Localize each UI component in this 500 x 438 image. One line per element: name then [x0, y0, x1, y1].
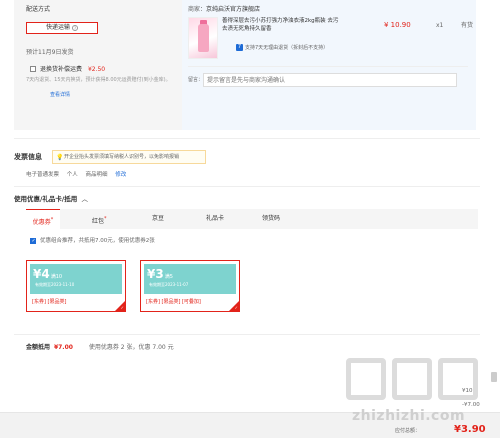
invoice-holder: 个人: [66, 172, 78, 178]
summary-amount: ¥7.00: [53, 344, 73, 351]
shipping-method-label: 快递运输: [45, 24, 70, 32]
coupon-amount: ¥4: [33, 267, 50, 281]
section-divider: [14, 138, 480, 139]
product-price: ¥ 10.90: [384, 21, 411, 29]
coupon-summary: 金额抵用 ¥7.00 使用优惠券 2 张，优惠 7.00 元: [26, 344, 174, 351]
shipping-title: 配送方式: [26, 6, 51, 13]
coupon-combo-checkbox[interactable]: [30, 238, 36, 244]
insurance-label: 退换货补偿运费: [40, 66, 83, 73]
bottle-shape: [198, 24, 209, 52]
tab-jd-beans-label: 京豆: [152, 215, 165, 222]
invoice-details: 电子普通发票 个人 商品明细 修改: [26, 172, 126, 179]
shipping-method-button[interactable]: 快递运输 ?: [26, 22, 98, 34]
product-name[interactable]: 善得深层去污小苏打强力净浊衣液2kg瓶装 去污去渍无死角持久留香: [222, 18, 340, 34]
invoice-detail: 商品明细: [85, 172, 108, 178]
section-divider-3: [14, 334, 480, 335]
coupons-section-title: 使用优惠/礼品卡/抵用: [14, 195, 78, 203]
seller-name[interactable]: 京纯启沃官方旗舰店: [206, 6, 260, 13]
tab-coupons-label: 优惠券: [32, 219, 51, 226]
insurance-row: 退换货补偿运费 ¥2.50: [40, 66, 105, 73]
tab-coupons-badge: *: [50, 217, 54, 223]
coupons-section-header[interactable]: 使用优惠/礼品卡/抵用 ︿: [14, 195, 89, 204]
invoice-title: 发票信息: [14, 153, 42, 161]
watermark-glyph: [438, 358, 478, 400]
product-qty: x1: [436, 22, 444, 29]
watermark-text: zhizhizhi.com: [352, 408, 466, 424]
invoice-type: 电子普通发票: [26, 172, 60, 178]
watermark-glyph: [392, 358, 432, 400]
tab-red-packets[interactable]: 红包*: [92, 209, 107, 229]
summary-label: 金额抵用: [26, 344, 51, 351]
seller-row: 商家：京纯启沃官方旗舰店: [188, 6, 260, 13]
view-details-link[interactable]: 查看详情: [50, 92, 70, 98]
tab-red-packets-badge: *: [104, 216, 107, 222]
return-policy-icon: 7: [236, 44, 243, 51]
invoice-tip: 💡 开企业抬头发票须填写纳税人识别号，以免影响报销: [52, 150, 206, 164]
tab-coupons[interactable]: 优惠券*: [26, 209, 60, 229]
coupon-card[interactable]: ¥3满5 有效期至2023-11-07 [东券] [限品类] [可叠加] ✓: [140, 260, 240, 312]
product-thumbnail[interactable]: [188, 17, 218, 59]
coupon-card[interactable]: ¥4满10 有效期至2023-11-10 [东券] [限品类] ✓: [26, 260, 126, 312]
coupon-combo-label: 优惠组合推荐，共抵用7.00元，使用优惠券2张: [40, 238, 155, 244]
chevron-up-icon[interactable]: ︿: [82, 195, 89, 203]
coupon-validity: 有效期至2023-11-07: [149, 282, 189, 287]
invoice-tip-text: 开企业抬头发票须填写纳税人识别号，以免影响报销: [64, 154, 180, 160]
coupon-cond: 满5: [164, 274, 173, 280]
check-icon: ✓: [234, 305, 238, 311]
coupon-cond: 满10: [50, 274, 63, 280]
tab-pickup-codes-label: 领货码: [262, 215, 281, 222]
shipping-eta: 预计11月9日发货: [26, 49, 74, 56]
tab-gift-cards-label: 礼品卡: [206, 215, 225, 222]
coupon-face-content: ¥3满5 有效期至2023-11-07: [144, 264, 238, 294]
watermark-glyph: [346, 358, 386, 400]
section-divider-2: [14, 186, 480, 187]
stock-status: 有货: [461, 22, 474, 29]
scrollbar-thumb[interactable]: [491, 372, 497, 382]
tab-pickup-codes[interactable]: 领货码: [262, 209, 280, 229]
coupon-face-content: ¥4满10 有效期至2023-11-10: [30, 264, 124, 294]
order-note-input[interactable]: [203, 73, 457, 87]
seller-prefix: 商家：: [188, 6, 207, 13]
coupon-amount-row: ¥4满10: [33, 267, 62, 281]
coupon-amount-row: ¥3满5: [147, 267, 173, 281]
order-divider: [188, 66, 468, 67]
watermark: zhizhizhi.com: [340, 358, 490, 438]
tab-red-packets-label: 红包: [92, 218, 105, 225]
coupon-tabs: 优惠券* 红包* 京豆 礼品卡 领货码: [26, 209, 478, 229]
coupon-tags: [东券] [限品类]: [32, 299, 67, 305]
tab-gift-cards[interactable]: 礼品卡: [206, 209, 224, 229]
return-policy-text: 支持7天无理由退货（拆封后不支持）: [245, 45, 329, 51]
lightbulb-icon: 💡: [56, 153, 64, 161]
summary-desc: 使用优惠券 2 张，优惠 7.00 元: [88, 344, 174, 351]
tab-jd-beans[interactable]: 京豆: [152, 209, 164, 229]
coupon-validity: 有效期至2023-11-10: [35, 282, 75, 287]
shipping-panel: [14, 0, 182, 130]
note-label: 留言：: [188, 77, 204, 83]
invoice-edit-link[interactable]: 修改: [115, 172, 126, 178]
insurance-desc: 7天内退货、15天内换货，预计获得8.00元运费赔付(到小金库)。: [26, 77, 171, 83]
coupon-tags: [东券] [限品类] [可叠加]: [146, 299, 201, 305]
question-icon[interactable]: ?: [72, 25, 78, 31]
insurance-price: ¥2.50: [87, 66, 106, 73]
insurance-checkbox[interactable]: [30, 66, 36, 72]
coupon-amount: ¥3: [147, 267, 164, 281]
check-icon: ✓: [120, 305, 124, 311]
